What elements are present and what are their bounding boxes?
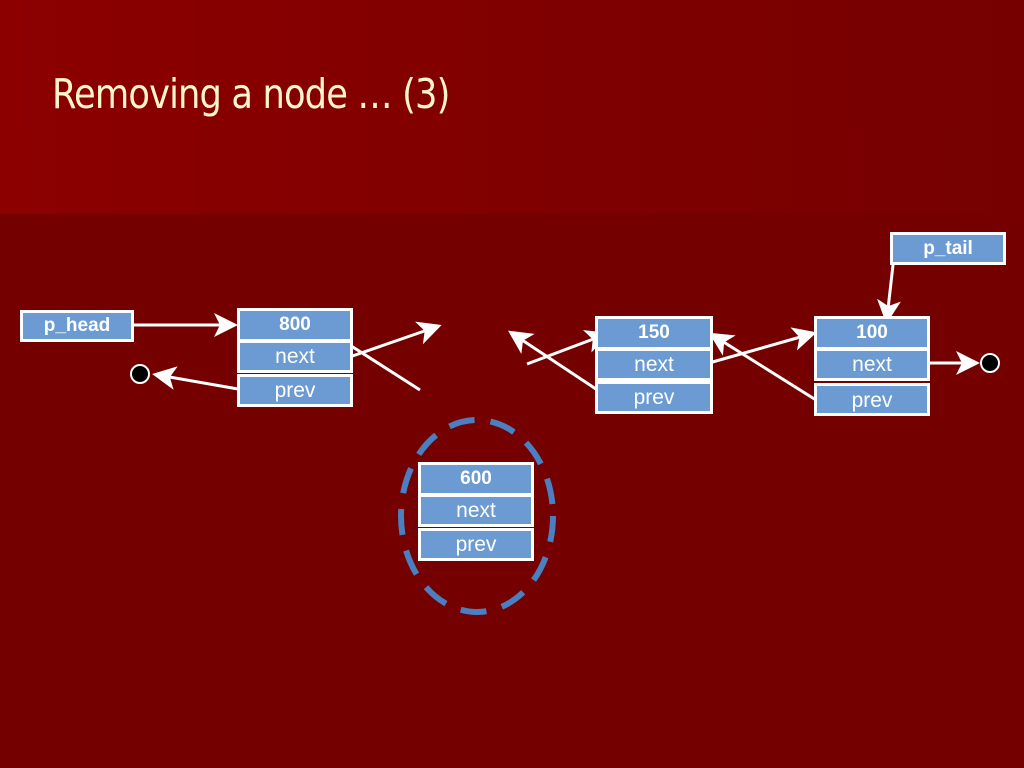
node-next-field: next <box>237 340 353 373</box>
null-marker-right <box>980 353 1000 373</box>
p-head-pointer: p_head <box>20 310 134 342</box>
p-tail-pointer: p_tail <box>890 232 1006 265</box>
node-prev-field: prev <box>814 383 930 416</box>
node-next-field: next <box>814 348 930 381</box>
arrow-800-prev-to-null <box>152 366 239 391</box>
node-prev-field: prev <box>595 381 713 414</box>
p-tail-label: p_tail <box>923 238 973 259</box>
node-prev-field: prev <box>418 528 534 561</box>
node-value: 150 <box>595 316 713 350</box>
node-next-field: next <box>595 348 713 381</box>
arrow-tail-to-100 <box>877 255 901 324</box>
node-prev-field: prev <box>237 374 353 407</box>
p-head-label: p_head <box>43 315 111 336</box>
arrow-150-next-to-100 <box>708 327 817 365</box>
arrow-150-prev <box>507 330 609 399</box>
node-next-field: next <box>418 494 534 527</box>
node-value: 600 <box>418 462 534 496</box>
node-value: 800 <box>237 308 353 342</box>
node-value: 100 <box>814 316 930 350</box>
null-marker-left <box>130 364 150 384</box>
